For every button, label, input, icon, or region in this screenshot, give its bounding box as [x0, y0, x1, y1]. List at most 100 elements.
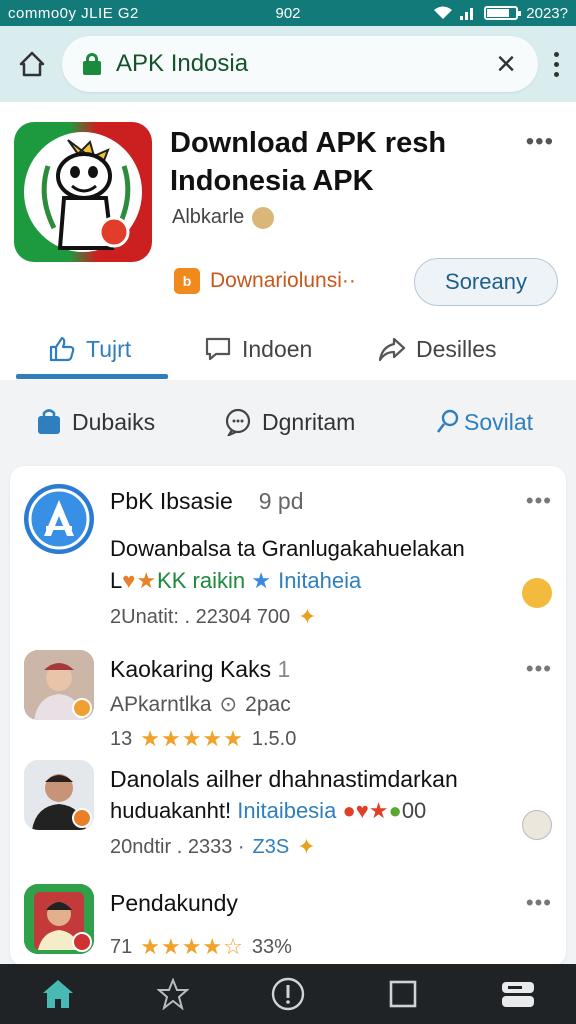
tab-like-label: Tujrt — [86, 335, 132, 362]
developer-name: Albkarle — [172, 206, 245, 228]
home-icon — [42, 980, 73, 1008]
rating-count: 13 — [110, 727, 133, 750]
browser-toolbar: APK Indosia × — [0, 26, 576, 102]
filter-comments[interactable]: Dgnritam — [224, 408, 355, 436]
download-label: Downariolunsi·· — [210, 269, 356, 292]
address-text: APK Indosia — [116, 50, 249, 77]
item-meta-text: 20ndtir . 2333 · — [110, 835, 245, 858]
list-item[interactable]: Pendakundy ••• 71 ★★★★☆ 33% — [10, 872, 566, 966]
chat-icon — [205, 337, 231, 361]
filter-search[interactable]: Sovilat — [436, 408, 533, 436]
item-meta-blue: Z3S — [252, 835, 290, 858]
item-title-text: PbK Ibsasie — [110, 488, 233, 514]
address-bar[interactable]: APK Indosia × — [62, 36, 538, 92]
share-icon — [378, 337, 406, 362]
info-icon — [271, 977, 305, 1011]
secondary-action-button[interactable]: Soreany — [414, 258, 558, 306]
item-more-icon[interactable]: ••• — [526, 488, 552, 514]
status-date: 2023? — [526, 4, 568, 22]
item-title: PbK Ibsasie 9 pd — [110, 488, 304, 515]
status-left-text: commo0y JLIE G2 — [8, 4, 139, 22]
nav-wallet[interactable] — [488, 964, 548, 1024]
item-title-extra: 1 — [277, 656, 291, 682]
item-more-icon[interactable]: ••• — [526, 890, 552, 916]
browser-menu-button[interactable] — [546, 44, 566, 84]
item-title: Danolals ailher dhahnastimdarkan — [110, 766, 458, 792]
item-line-suffix: 00 — [401, 798, 427, 823]
item-line: APkarntlka — [110, 692, 212, 716]
filter-popular-label: Dubaiks — [72, 408, 156, 435]
location-icon: ⊙ — [219, 693, 238, 716]
signal-icon — [460, 8, 474, 20]
emoji-icon[interactable] — [522, 578, 552, 608]
item-title-text: Kaokaring Kaks — [110, 656, 272, 682]
item-meta: APkarntlka ⊙ 2pac — [110, 692, 291, 717]
item-more-icon[interactable]: ••• — [526, 656, 552, 682]
app-card: Download APK resh Indonesia APK ••• Albk… — [0, 102, 576, 380]
rating-stars-icon: ★★★★★ — [140, 726, 244, 751]
item-meta: 20ndtir . 2333 · Z3S ✦ — [110, 834, 316, 860]
home-outline-icon — [19, 51, 45, 77]
rating-percent: 33% — [251, 935, 292, 958]
avatar — [24, 650, 94, 720]
nav-home[interactable] — [28, 964, 88, 1024]
filter-popular[interactable]: Dubaiks — [36, 408, 155, 436]
item-rating: 71 ★★★★☆ 33% — [110, 934, 292, 960]
item-line-blue: Initaheia — [278, 568, 362, 593]
tab-active-indicator — [16, 374, 168, 379]
item-title: Kaokaring Kaks 1 — [110, 656, 290, 683]
flame-star-icon: ♥★ — [122, 568, 158, 593]
thumbs-up-icon — [49, 336, 75, 362]
square-icon — [389, 980, 417, 1008]
avatar — [24, 484, 94, 554]
list-item[interactable]: PbK Ibsasie 9 pd ••• Dowanbalsa ta Granlu… — [10, 466, 566, 644]
verified-badge-icon — [252, 206, 275, 229]
app-tabs: Tujrt Indoen Desilles — [0, 318, 576, 380]
tab-comments[interactable]: Indoen — [204, 335, 312, 363]
item-line-mid: KK raikin — [157, 568, 246, 593]
list-item[interactable]: Kaokaring Kaks 1 ••• APkarntlka ⊙ 2pac 1… — [10, 644, 566, 754]
nav-tabs[interactable] — [373, 964, 433, 1024]
item-line-extra: 2pac — [245, 692, 291, 716]
item-line-prefix: L — [110, 568, 123, 593]
star-icon — [156, 978, 189, 1010]
download-icon: b — [174, 268, 200, 294]
battery-icon — [484, 6, 522, 20]
app-store-icon — [28, 488, 90, 550]
filter-search-label: Sovilat — [464, 408, 534, 435]
tab-share-label: Desilles — [416, 335, 497, 362]
item-title-extra: 9 pd — [258, 488, 304, 514]
item-line: huduakanht! Initaibesia ●♥★●00 — [110, 798, 426, 824]
status-bar: commo0y JLIE G2 902 2023? — [0, 0, 576, 26]
app-developer[interactable]: Albkarle — [172, 206, 275, 229]
item-rating: 13 ★★★★★ 1.5.0 — [110, 726, 296, 752]
home-button[interactable] — [10, 42, 54, 86]
app-more-icon[interactable]: ••• — [526, 128, 554, 156]
battery-fill — [487, 9, 510, 17]
badge-icon: ✦ — [298, 604, 317, 629]
lock-icon — [82, 53, 102, 75]
app-icon[interactable] — [14, 122, 152, 262]
app-title: Download APK resh Indonesia APK — [170, 127, 447, 197]
item-line: L♥★KK raikin ★ Initaheia — [110, 568, 361, 594]
item-title: Pendakundy — [110, 890, 238, 916]
wallet-icon — [502, 982, 535, 1007]
bag-icon — [38, 409, 60, 434]
close-icon[interactable]: × — [486, 47, 526, 81]
download-link[interactable]: b Downariolunsi·· — [174, 268, 356, 294]
avatar — [24, 760, 94, 830]
tab-comments-label: Indoen — [242, 335, 313, 362]
user-search-icon — [436, 409, 459, 433]
emoji-icon[interactable] — [522, 810, 552, 840]
nav-info[interactable] — [258, 964, 318, 1024]
tab-share[interactable]: Desilles — [378, 335, 497, 363]
comment-icon — [225, 408, 251, 436]
filter-comments-label: Dgnritam — [262, 408, 356, 435]
review-list: PbK Ibsasie 9 pd ••• Dowanbalsa ta Granlu… — [10, 466, 566, 966]
nav-favorites[interactable] — [143, 964, 203, 1024]
list-item[interactable]: Danolals ailher dhahnastimdarkan huduaka… — [10, 754, 566, 872]
item-line-text: huduakanht! — [110, 798, 232, 823]
bottom-navigation — [0, 964, 576, 1024]
emoji-green-icon: ● — [388, 798, 402, 823]
tab-like[interactable]: Tujrt — [48, 335, 131, 363]
